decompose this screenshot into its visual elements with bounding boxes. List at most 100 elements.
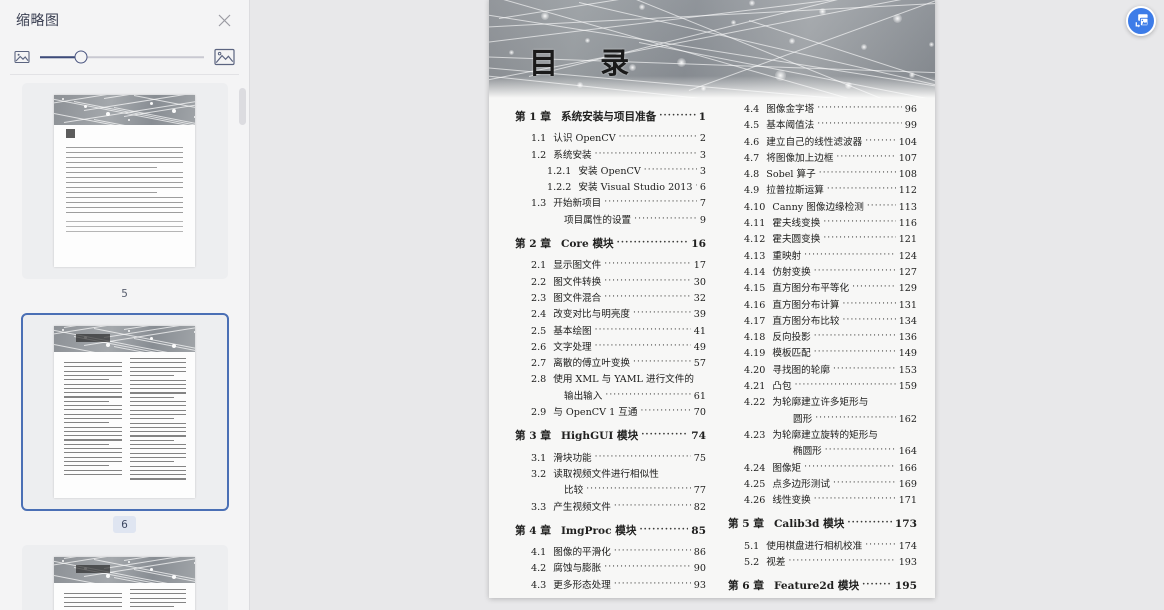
thumb-text-line	[64, 460, 122, 463]
toc-entry-number: 第 5 章	[728, 518, 764, 531]
toc-entry-page: 134	[898, 315, 917, 327]
image-small-icon[interactable]	[14, 50, 30, 64]
toc-entry-page: 107	[898, 152, 917, 164]
thumbnail-preview[interactable]	[20, 313, 229, 511]
toc-entry-title: Calib3d 模块	[773, 518, 845, 531]
toc-leader-dots: ········································…	[817, 103, 902, 113]
thumb-text-line	[64, 379, 110, 381]
toc-entry-page: 131	[898, 299, 917, 311]
toc-entry-page: 164	[898, 446, 917, 458]
document-viewport[interactable]: 目 录 第 1 章系统安装与项目准备 ······················…	[250, 0, 1164, 610]
thumb-text-line	[130, 606, 174, 608]
thumbnail-item[interactable]: 6	[20, 313, 229, 533]
thumbnail-pdf-viewer: 缩略图 5 6 目 录 第 1 章 系统安装与项目准备 ········ 1 1…	[0, 0, 1164, 610]
toc-entry-title: 模板匹配	[772, 348, 811, 360]
toc-entry-title: 系统安装与项目准备	[560, 111, 657, 123]
thumb-text-line	[130, 379, 186, 381]
toc-entry[interactable]: 4.21 凸包··································…	[728, 379, 917, 395]
thumb-text-line	[64, 387, 122, 389]
thumb-text-line	[130, 405, 186, 407]
toc-entry-number: 4.15	[744, 283, 766, 295]
toc-entry-number: 4.11	[744, 218, 766, 230]
thumb-text-line	[64, 430, 122, 432]
page-title: 目 录	[529, 46, 646, 80]
toc-entry-number: 2.5	[531, 325, 547, 337]
thumb-text-line	[130, 478, 186, 480]
decorative-dot	[819, 8, 826, 15]
toc-entry[interactable]: 圆形······································…	[728, 412, 917, 428]
toc-entry[interactable]: 3.3 产生视频文件·······························…	[515, 500, 706, 516]
toc-entry-number: 4.19	[744, 348, 766, 360]
thumbnail-preview[interactable]	[21, 83, 228, 279]
thumb-text-line	[66, 162, 183, 164]
toc-entry[interactable]: 5.2 视差···································…	[728, 555, 917, 571]
thumbnail-preview[interactable]	[21, 545, 228, 610]
decorative-dot	[172, 575, 176, 579]
toc-entry-number: 1.2	[531, 149, 547, 161]
toc-leader-dots: ········································…	[842, 314, 896, 325]
close-icon[interactable]	[213, 9, 235, 31]
toc-leader-dots: ········································…	[613, 578, 691, 589]
toc-entry-page: 124	[898, 250, 917, 262]
toc-entry-title: 线性变换	[772, 495, 811, 507]
toc-leader-dots: ········································…	[594, 340, 691, 351]
image-large-icon[interactable]	[214, 48, 235, 66]
toc-entry-page: 70	[693, 407, 706, 419]
toc-leader-dots: ········································…	[804, 461, 896, 472]
toc-entry-number: 3.1	[531, 452, 547, 464]
toc-entry-title: 拉普拉斯运算	[766, 185, 824, 197]
toc-leader-dots: ········································…	[604, 259, 691, 270]
decorative-dot	[128, 119, 130, 121]
toc-leader-dots: ········································…	[824, 445, 896, 456]
toc-entry[interactable]: 4.3 更多形态处理·······························…	[515, 578, 706, 594]
toc-leader-dots: ········································…	[604, 197, 697, 208]
toc-entry-page: 82	[693, 501, 706, 513]
toc-entry[interactable]: 项目属性的设置·································…	[515, 213, 706, 229]
thumb-text-line	[64, 400, 110, 402]
toc-entry[interactable]: 第 5 章 Calib3d 模块·························…	[728, 516, 917, 533]
thumb-text-line	[130, 461, 174, 463]
thumbnail-item[interactable]: 5	[21, 83, 228, 302]
toc-entry-number: 1.1	[531, 133, 547, 145]
thumb-text-line	[130, 597, 186, 599]
toc-entry[interactable]: 第 3 章 HighGUI 模块·························…	[515, 428, 706, 445]
toc-entry-title: Core 模块	[560, 238, 614, 251]
decorative-dot	[749, 0, 755, 6]
toc-entry[interactable]: 第 1 章系统安装与项目准备··························…	[515, 109, 706, 126]
toc-entry-page: 9	[699, 214, 706, 226]
toc-entry[interactable]: 4.26 线性变换································…	[728, 493, 917, 509]
thumb-text-line	[130, 439, 174, 441]
toc-entry[interactable]: 第 2 章 Core 模块····························…	[515, 236, 706, 253]
thumb-text-line	[64, 593, 122, 595]
toc-leader-dots: ········································…	[813, 494, 896, 505]
sidebar-scrollbar[interactable]	[239, 88, 246, 588]
screenshot-capture-button[interactable]	[1126, 6, 1156, 36]
toc-leader-dots: ········································…	[594, 148, 697, 159]
toc-entry[interactable]: 第 4 章 ImgProc 模块·························…	[515, 523, 706, 540]
toc-entry-page: 57	[693, 358, 706, 370]
thumb-text-line	[130, 422, 186, 424]
thumb-text-line	[64, 597, 122, 599]
thumb-text-line	[64, 473, 122, 475]
thumbnail-item[interactable]: 7	[21, 545, 228, 610]
toc-entry[interactable]: 2.9 与 OpenCV 1 互通························…	[515, 405, 706, 421]
toc-entry[interactable]: 3.1 滑块功能·································…	[515, 451, 706, 467]
thumbnail-list[interactable]: 5 6 7	[0, 75, 249, 610]
thumbnail-size-slider[interactable]	[40, 47, 204, 67]
toc-entry[interactable]: 2.7 离散的傅立叶变换·····························…	[515, 356, 706, 372]
toc-entry-number: 2.8	[531, 374, 547, 386]
slider-thumb[interactable]	[74, 50, 88, 64]
toc-entry[interactable]: 第 6 章 Feature2d 模块·······················…	[728, 578, 917, 595]
thumb-text-line	[130, 456, 186, 459]
toc-entry-number: 4.7	[744, 152, 760, 164]
toc-entry-number: 4.8	[744, 169, 760, 181]
decorative-dot	[639, 4, 645, 10]
toc-leader-dots: ········································…	[865, 135, 895, 146]
thumb-text-line	[64, 465, 110, 467]
sidebar-scrollbar-thumb[interactable]	[239, 88, 246, 125]
decorative-dot	[106, 112, 110, 116]
toc-entry-page: 108	[898, 169, 917, 181]
toc-entry[interactable]: 1.2.1 安装 OpenCV··························…	[515, 164, 706, 180]
toc-column-left: 第 1 章系统安装与项目准备 ··························…	[501, 102, 712, 598]
thumb-text-line	[66, 231, 183, 233]
